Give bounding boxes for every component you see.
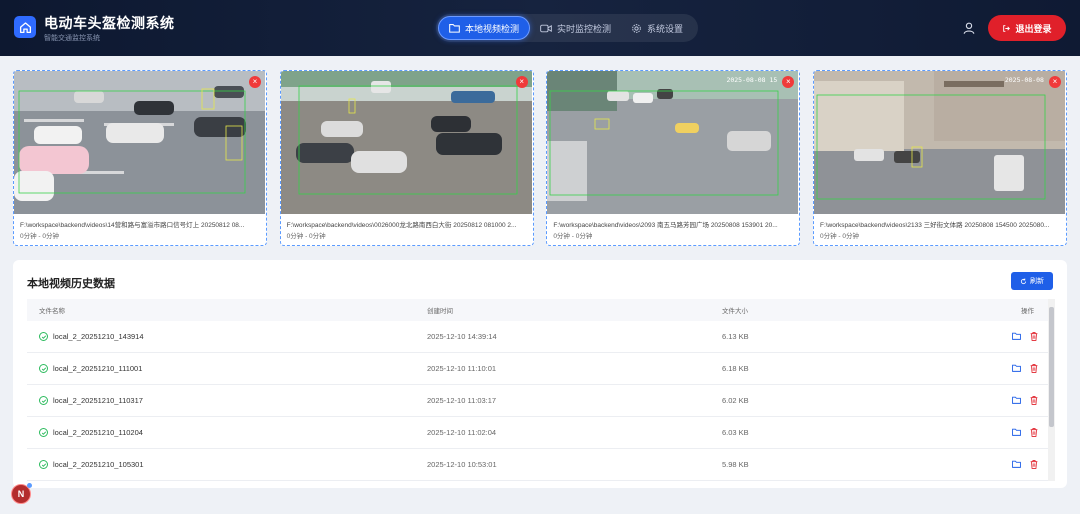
folder-icon[interactable] bbox=[1012, 364, 1021, 372]
table-row[interactable]: local_2_20251210_143914 2025-12-10 14:39… bbox=[27, 321, 1055, 353]
file-time: 2025-12-10 14:39:14 bbox=[427, 332, 497, 341]
file-time: 2025-12-10 11:03:17 bbox=[427, 396, 497, 405]
file-name: local_2_20251210_110317 bbox=[53, 396, 143, 405]
delete-icon[interactable] bbox=[1030, 428, 1038, 437]
check-circle-icon bbox=[39, 428, 48, 437]
history-table: 文件名称 创建时间 文件大小 操作 local_2_20251210_14391… bbox=[27, 299, 1055, 481]
refresh-button[interactable]: 刷新 bbox=[1011, 272, 1053, 290]
check-circle-icon bbox=[39, 332, 48, 341]
video-thumbnail[interactable] bbox=[813, 71, 1065, 214]
scrollbar-thumb[interactable] bbox=[1049, 307, 1054, 427]
close-icon[interactable]: × bbox=[249, 76, 261, 88]
video-timestamp: 2025-08-08 15 bbox=[726, 76, 778, 84]
history-title: 本地视频历史数据 bbox=[27, 278, 115, 290]
file-size: 6.18 KB bbox=[722, 364, 749, 373]
user-icon[interactable] bbox=[962, 21, 976, 35]
video-path: F:\workspace\backend\videos\2133 三好街文体路 … bbox=[819, 222, 1050, 229]
nav-label: 本地视频检测 bbox=[465, 23, 520, 34]
nav-label: 系统设置 bbox=[647, 23, 684, 34]
video-path: F:\workspace\backend\videos\2093 南五马路芳园广… bbox=[553, 222, 778, 229]
nav-local-video[interactable]: 本地视频检测 bbox=[438, 16, 531, 40]
history-panel: 本地视频历史数据 刷新 文件名称 创建时间 文件大小 操作 local_2_20… bbox=[13, 260, 1067, 488]
file-name: local_2_20251210_105301 bbox=[53, 460, 144, 469]
video-thumbnail[interactable] bbox=[280, 71, 532, 214]
file-name: local_2_20251210_143914 bbox=[53, 332, 144, 341]
column-header-time: 创建时间 bbox=[427, 308, 453, 315]
folder-icon[interactable] bbox=[1012, 428, 1021, 436]
app-header: 电动车头盔检测系统 智能交通监控系统 本地视频检测 实时监控检测 系统设置 退出… bbox=[0, 0, 1080, 56]
badge-dot bbox=[27, 483, 32, 488]
video-path: F:\workspace\backend\videos\14营和路与富溢市路口信… bbox=[20, 222, 245, 229]
file-size: 6.13 KB bbox=[722, 332, 749, 341]
file-size: 5.98 KB bbox=[722, 460, 749, 469]
column-header-size: 文件大小 bbox=[722, 308, 748, 315]
table-row[interactable]: local_2_20251210_105301 2025-12-10 10:53… bbox=[27, 449, 1055, 481]
file-name: local_2_20251210_110204 bbox=[53, 428, 143, 437]
refresh-label: 刷新 bbox=[1030, 278, 1044, 285]
video-card[interactable]: × F:\workspace\backend\videos\2133 三好街文体… bbox=[812, 70, 1067, 246]
column-header-name: 文件名称 bbox=[39, 308, 65, 315]
check-circle-icon bbox=[39, 364, 48, 373]
file-size: 6.02 KB bbox=[722, 396, 749, 405]
video-camera-icon bbox=[540, 24, 552, 32]
delete-icon[interactable] bbox=[1030, 332, 1038, 341]
nav-label: 实时监控检测 bbox=[557, 23, 612, 34]
gear-icon bbox=[632, 23, 641, 33]
folder-icon bbox=[449, 24, 460, 33]
video-thumbnail[interactable] bbox=[547, 71, 799, 214]
video-cards: × F:\workspace\backend\videos\14营和路与富溢市路… bbox=[13, 70, 1067, 246]
video-duration: 0分钟 - 0分钟 bbox=[553, 233, 593, 240]
file-size: 6.03 KB bbox=[722, 428, 749, 437]
file-time: 2025-12-10 11:02:04 bbox=[427, 428, 497, 437]
logout-button[interactable]: 退出登录 bbox=[988, 15, 1066, 41]
table-header: 文件名称 创建时间 文件大小 操作 bbox=[27, 299, 1055, 321]
home-icon[interactable] bbox=[14, 16, 36, 38]
file-time: 2025-12-10 10:53:01 bbox=[427, 460, 497, 469]
main-nav: 本地视频检测 实时监控检测 系统设置 bbox=[436, 14, 698, 42]
video-timestamp: 2025-08-08 bbox=[1004, 76, 1044, 84]
folder-icon[interactable] bbox=[1012, 460, 1021, 468]
logout-label: 退出登录 bbox=[1015, 23, 1052, 34]
app-subtitle: 智能交通监控系统 bbox=[44, 35, 100, 42]
folder-icon[interactable] bbox=[1012, 332, 1021, 340]
video-card[interactable]: × F:\workspace\backend\videos\14营和路与富溢市路… bbox=[13, 70, 267, 246]
table-row[interactable]: local_2_20251210_110317 2025-12-10 11:03… bbox=[27, 385, 1055, 417]
column-header-ops: 操作 bbox=[1021, 308, 1034, 315]
file-name: local_2_20251210_111001 bbox=[53, 364, 143, 373]
check-circle-icon bbox=[39, 396, 48, 405]
app-title: 电动车头盔检测系统 bbox=[44, 15, 175, 31]
video-duration: 0分钟 - 0分钟 bbox=[286, 233, 326, 240]
video-card[interactable]: × F:\workspace\backend\videos\2093 南五马路芳… bbox=[546, 70, 801, 246]
check-circle-icon bbox=[39, 460, 48, 469]
file-time: 2025-12-10 11:10:01 bbox=[427, 364, 497, 373]
delete-icon[interactable] bbox=[1030, 364, 1038, 373]
table-row[interactable]: local_2_20251210_110204 2025-12-10 11:02… bbox=[27, 417, 1055, 449]
video-duration: 0分钟 - 0分钟 bbox=[20, 233, 60, 240]
refresh-icon bbox=[1020, 277, 1027, 284]
delete-icon[interactable] bbox=[1030, 396, 1038, 405]
video-thumbnail[interactable] bbox=[14, 71, 265, 214]
close-icon[interactable]: × bbox=[1048, 76, 1061, 88]
folder-icon[interactable] bbox=[1012, 396, 1021, 404]
video-duration: 0分钟 - 0分钟 bbox=[819, 233, 859, 240]
close-icon[interactable]: × bbox=[515, 76, 528, 88]
video-path: F:\workspace\backend\videos\0026000龙北路南西… bbox=[286, 222, 517, 229]
delete-icon[interactable] bbox=[1030, 460, 1038, 469]
table-row[interactable]: local_2_20251210_111001 2025-12-10 11:10… bbox=[27, 353, 1055, 385]
logout-icon bbox=[1003, 24, 1011, 32]
table-scrollbar[interactable] bbox=[1048, 299, 1055, 481]
nav-settings[interactable]: 系统设置 bbox=[621, 16, 693, 40]
video-card[interactable]: × F:\workspace\backend\videos\0026000龙北路… bbox=[279, 70, 534, 246]
nav-realtime[interactable]: 实时监控检测 bbox=[530, 16, 621, 40]
